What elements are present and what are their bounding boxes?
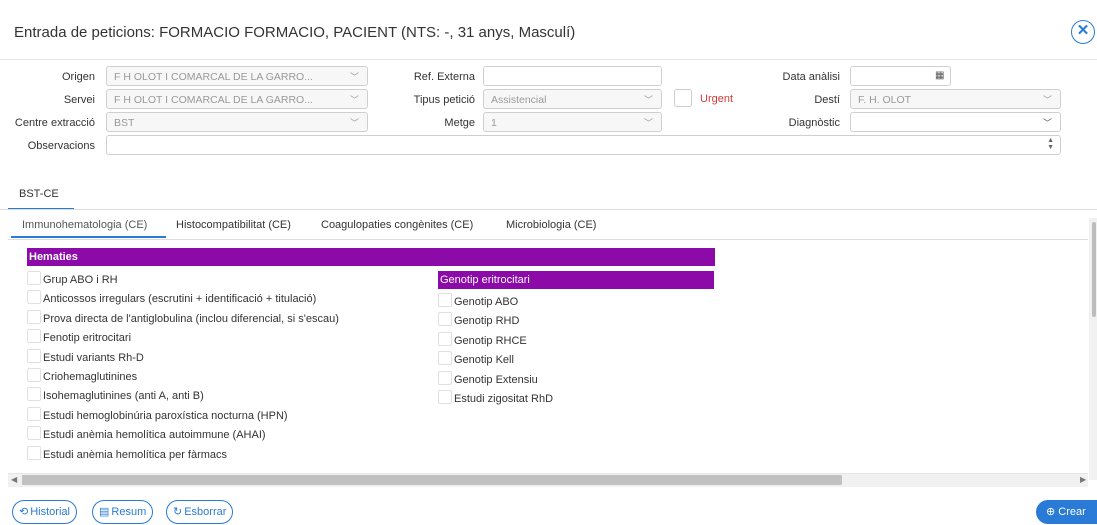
metge-select[interactable]: 1 ﹀ — [483, 112, 662, 132]
hematies-item-label: Anticossos irregulars (escrutini + ident… — [43, 293, 317, 306]
origen-label: Origen — [61, 71, 95, 83]
checkbox[interactable] — [27, 426, 41, 441]
checkbox[interactable] — [27, 368, 41, 382]
checkbox[interactable] — [438, 370, 452, 385]
observacions-textarea[interactable]: ▲ ▼ — [106, 135, 1061, 155]
checkbox[interactable] — [27, 348, 41, 363]
hematies-item-label: Estudi variants Rh-D — [43, 351, 144, 364]
genotip-item-label: Genotip Kell — [454, 354, 514, 367]
hematies-item-label: Estudi hemoglobinúria paroxística noctur… — [43, 409, 288, 422]
hematies-item-label: Fenotip eritrocitari — [43, 332, 132, 345]
dialog-titlebar: Entrada de peticions: FORMACIO FORMACIO,… — [0, 0, 1097, 60]
chevron-down-icon: ﹀ — [1042, 95, 1052, 105]
checkbox[interactable] — [27, 271, 41, 285]
hematies-item-label: Estudi anèmia hemolítica per fàrmacs — [43, 448, 228, 461]
scroll-right-icon[interactable]: ▶ — [1080, 475, 1086, 484]
chevron-down-icon: ﹀ — [349, 95, 359, 105]
diagnostic-select[interactable]: ﹀ — [850, 112, 1061, 132]
hematies-item-label: Isohemaglutinines (anti A, anti B) — [43, 390, 204, 403]
hematies-item-label: Estudi anèmia hemolítica autoimmune (AHA… — [43, 429, 266, 442]
tab-bst-ce[interactable]: BST-CE — [8, 180, 74, 210]
checkbox[interactable] — [438, 331, 452, 346]
hematies-item-label: Prova directa de l'antiglobulina (inclou… — [43, 312, 339, 325]
genotip-item-label: Genotip RHD — [454, 315, 520, 328]
genotip-item-label: Genotip ABO — [454, 296, 519, 308]
checkbox[interactable] — [27, 445, 41, 460]
chevron-down-icon: ﹀ — [643, 118, 653, 128]
history-icon: ⟲ — [19, 506, 29, 518]
diagnostic-label: Diagnòstic — [788, 117, 840, 129]
checkbox[interactable] — [27, 406, 41, 421]
desti-label: Destí — [814, 94, 840, 106]
checkbox[interactable] — [27, 387, 41, 402]
data-analisi-label: Data anàlisi — [782, 71, 840, 83]
esborrar-button[interactable]: ↻ Esborrar — [166, 500, 234, 524]
checkbox[interactable] — [27, 329, 41, 344]
desti-value: F. H. OLOT — [858, 94, 912, 106]
checkbox[interactable] — [27, 290, 41, 305]
scroll-left-icon[interactable]: ◀ — [11, 475, 17, 484]
tab-microbiologia[interactable]: Microbiologia (CE) — [506, 219, 596, 231]
data-analisi-input[interactable]: ▦ — [850, 66, 951, 86]
chevron-down-icon: ﹀ — [1042, 118, 1052, 128]
checkbox[interactable] — [438, 351, 452, 366]
metge-value: 1 — [491, 117, 497, 129]
horizontal-scrollbar-thumb[interactable] — [22, 475, 842, 485]
hematies-item-label: Criohemaglutinines — [43, 371, 138, 383]
subtabs-bar: Immunohematologia (CE) Histocompatibilit… — [8, 210, 1088, 240]
active-tab-indicator — [11, 236, 166, 238]
desti-select[interactable]: F. H. OLOT ﹀ — [850, 89, 1061, 109]
list-icon: ▤ — [99, 506, 110, 518]
genotip-item-label: Estudi zigositat RhD — [454, 393, 554, 405]
ref-externa-label: Ref. Externa — [413, 71, 475, 83]
servei-label: Servei — [63, 94, 95, 106]
genotip-item-label: Genotip Extensiu — [454, 373, 538, 386]
tipus-peticio-value: Assistencial — [491, 94, 547, 106]
origen-select[interactable]: F H OLOT I COMARCAL DE LA GARRO... ﹀ — [106, 66, 368, 86]
origen-value: F H OLOT I COMARCAL DE LA GARRO... — [114, 71, 313, 83]
chevron-down-icon: ﹀ — [643, 95, 653, 105]
urgent-label: Urgent — [700, 93, 734, 105]
vertical-scrollbar-thumb[interactable] — [1092, 222, 1096, 317]
resum-button[interactable]: ▤ Resum — [92, 500, 154, 524]
chevron-down-icon: ﹀ — [349, 118, 359, 128]
historial-button[interactable]: ⟲ Historial — [12, 500, 77, 524]
hematies-item-label: Grup ABO i RH — [43, 274, 118, 286]
centre-extraccio-select[interactable]: BST ﹀ — [106, 112, 368, 132]
resize-icon[interactable]: ▲ ▼ — [1047, 137, 1054, 151]
hematies-header: Hematies — [27, 248, 715, 266]
urgent-checkbox[interactable] — [674, 89, 692, 107]
tab-immunohematologia[interactable]: Immunohematologia (CE) — [22, 219, 147, 231]
servei-select[interactable]: F H OLOT I COMARCAL DE LA GARRO... ﹀ — [106, 89, 368, 109]
checkbox[interactable] — [438, 390, 452, 404]
plus-circle-icon: ⊕ — [1046, 506, 1056, 518]
calendar-icon[interactable]: ▦ — [935, 70, 944, 81]
crear-button[interactable]: ⊕ Crear — [1036, 500, 1097, 524]
tab-histocompatibilitat[interactable]: Histocompatibilitat (CE) — [176, 219, 291, 231]
dialog-title: Entrada de peticions: FORMACIO FORMACIO,… — [14, 24, 576, 41]
servei-value: F H OLOT I COMARCAL DE LA GARRO... — [114, 94, 313, 106]
tipus-peticio-label: Tipus petició — [413, 94, 475, 106]
close-icon[interactable]: ✕ — [1071, 20, 1095, 44]
genotip-header: Genotip eritrocitari — [438, 271, 714, 289]
checkbox[interactable] — [438, 312, 452, 327]
metge-label: Metge — [444, 117, 475, 129]
genotip-item-label: Genotip RHCE — [454, 334, 527, 347]
centre-extraccio-label: Centre extracció — [14, 117, 95, 129]
checkbox[interactable] — [438, 293, 452, 307]
tab-coagulopaties[interactable]: Coagulopaties congènites (CE) — [321, 219, 473, 231]
ref-externa-input[interactable] — [483, 66, 662, 86]
chevron-down-icon: ﹀ — [349, 72, 359, 82]
refresh-icon: ↻ — [173, 506, 183, 518]
checkbox[interactable] — [27, 309, 41, 324]
centre-extraccio-value: BST — [114, 117, 135, 129]
observacions-label: Observacions — [27, 140, 95, 152]
tipus-peticio-select[interactable]: Assistencial ﹀ — [483, 89, 662, 109]
